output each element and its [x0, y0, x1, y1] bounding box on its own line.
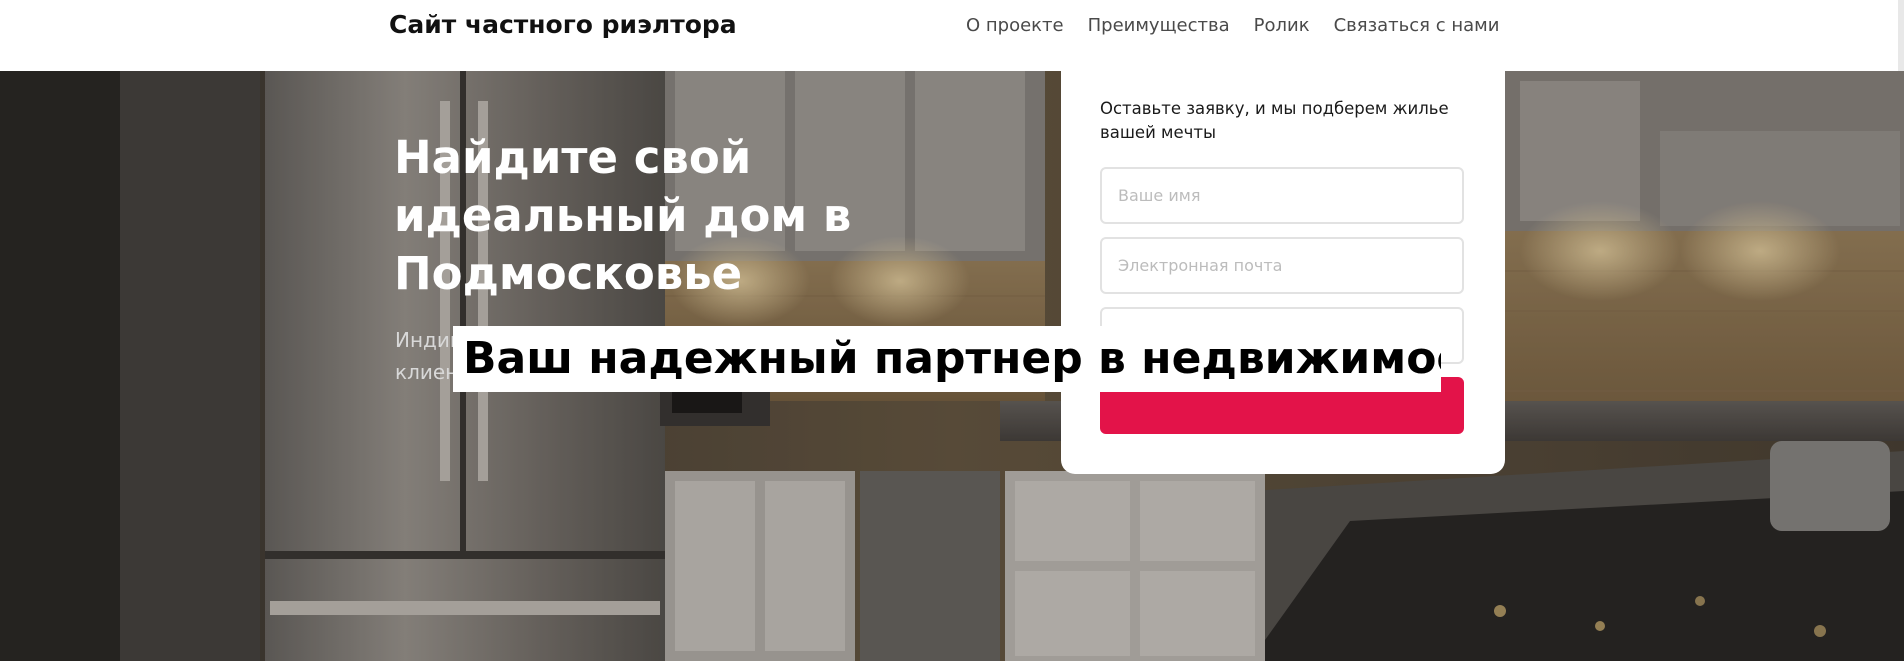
- site-brand[interactable]: Сайт частного риэлтора: [389, 9, 737, 41]
- nav-menu: О проекте Преимущества Ролик Связаться с…: [966, 14, 1499, 38]
- nav-link-advantages[interactable]: Преимущества: [1088, 14, 1230, 38]
- name-field[interactable]: [1100, 167, 1464, 224]
- form-intro-text: Оставьте заявку, и мы подберем жилье ваш…: [1100, 99, 1449, 142]
- nav-link-about[interactable]: О проекте: [966, 14, 1064, 38]
- page: Сайт частного риэлтора О проекте Преимущ…: [0, 0, 1904, 661]
- nav-link-contact[interactable]: Связаться с нами: [1334, 14, 1500, 38]
- nav-link-video[interactable]: Ролик: [1254, 14, 1310, 38]
- navbar: Сайт частного риэлтора О проекте Преимущ…: [0, 0, 1904, 71]
- scrollbar-track[interactable]: [1898, 0, 1904, 71]
- request-form: Оставьте заявку, и мы подберем жилье ваш…: [1061, 71, 1505, 474]
- tagline-caption: Ваш надежный партнер в недвижимости: [453, 326, 1441, 392]
- hero-title: Найдите свой идеальный дом в Подмосковье: [394, 131, 852, 300]
- email-field[interactable]: [1100, 237, 1464, 294]
